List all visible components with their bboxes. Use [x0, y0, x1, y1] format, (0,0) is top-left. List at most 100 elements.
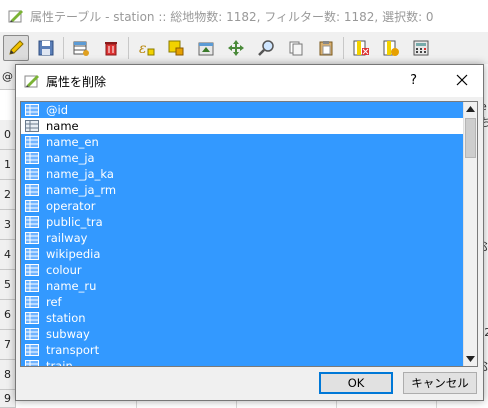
help-button[interactable]: ?	[410, 73, 417, 88]
table-edit-icon	[73, 41, 89, 56]
select-by-expression-button[interactable]: ε	[133, 35, 159, 61]
field-list-item[interactable]: ref	[21, 294, 465, 310]
field-name: ref	[46, 295, 62, 309]
field-name: operator	[46, 199, 96, 213]
field-name: subway	[46, 327, 90, 341]
delete-attribute-dialog: 属性を削除 ? @id name name_en name_ja name_ja_kan…	[15, 64, 484, 401]
qgis-icon	[24, 75, 39, 88]
field-name: name_ja_ka	[46, 167, 114, 181]
row-header[interactable]: 7	[0, 330, 16, 360]
table-field-icon	[25, 120, 39, 132]
field-list-item[interactable]: railway	[21, 230, 465, 246]
table-field-icon	[25, 184, 39, 196]
field-list-item[interactable]: name_ja_rm	[21, 182, 465, 198]
paste-button[interactable]	[313, 35, 339, 61]
table-field-icon	[25, 360, 39, 366]
dialog-titlebar: 属性を削除 ?	[16, 65, 483, 97]
row-header[interactable]: 9	[0, 390, 16, 408]
field-name: wikipedia	[46, 247, 101, 261]
field-items: @id name name_en name_ja name_ja_ka name_ja_r…	[21, 102, 465, 367]
zoom-to-selection-button[interactable]	[253, 35, 279, 61]
field-list-item[interactable]: transport	[21, 342, 465, 358]
paste-icon	[319, 41, 333, 56]
new-field-button[interactable]	[378, 35, 404, 61]
move-selection-top-button[interactable]	[193, 35, 219, 61]
zoom-icon	[258, 40, 274, 56]
field-name: name_en	[46, 135, 99, 149]
move-top-icon	[198, 42, 214, 56]
qgis-icon	[8, 10, 23, 23]
table-field-icon	[25, 232, 39, 244]
field-name: name_ja_rm	[46, 183, 117, 197]
row-header[interactable]: 1	[0, 150, 16, 180]
header-prefix: @	[2, 70, 13, 83]
delete-column-icon	[353, 40, 369, 56]
field-list-item[interactable]: name_ja_ka	[21, 166, 465, 182]
scroll-down-button[interactable]	[464, 352, 477, 366]
field-list-item[interactable]: station	[21, 310, 465, 326]
copy-button[interactable]	[283, 35, 309, 61]
table-field-icon	[25, 136, 39, 148]
row-header[interactable]: 5	[0, 270, 16, 300]
row-header[interactable]: 4	[0, 240, 16, 270]
pencil-icon	[9, 40, 24, 55]
table-field-icon	[25, 168, 39, 180]
field-name: transport	[46, 343, 100, 357]
field-list-item[interactable]: name	[21, 118, 465, 134]
multi-edit-button[interactable]	[68, 35, 94, 61]
copy-icon	[289, 41, 303, 56]
row-header[interactable]: 0	[0, 120, 16, 150]
pan-to-selection-button[interactable]	[223, 35, 249, 61]
dialog-title: 属性を削除	[46, 74, 107, 89]
field-name: railway	[46, 231, 88, 245]
select-all-button[interactable]	[163, 35, 189, 61]
row-header[interactable]: 8	[0, 360, 16, 390]
field-list-item[interactable]: colour	[21, 262, 465, 278]
field-list-item[interactable]: wikipedia	[21, 246, 465, 262]
field-list-item[interactable]: public_tra	[21, 214, 465, 230]
field-name: @id	[46, 103, 68, 117]
table-corner-header: @	[0, 64, 16, 90]
save-icon	[38, 40, 54, 56]
delete-field-button[interactable]	[348, 35, 374, 61]
filter-icon	[228, 40, 244, 56]
chevron-up-icon	[466, 106, 475, 112]
table-field-icon	[25, 280, 39, 292]
field-list-item[interactable]: name_ja	[21, 150, 465, 166]
field-list-item[interactable]: name_en	[21, 134, 465, 150]
field-list-item[interactable]: @id	[21, 102, 465, 118]
vertical-scrollbar[interactable]	[463, 102, 477, 366]
toolbar-separator	[343, 37, 344, 59]
toggle-editing-button[interactable]	[3, 35, 29, 61]
scroll-up-button[interactable]	[464, 102, 477, 116]
field-name: name_ja	[46, 151, 95, 165]
row-header[interactable]: 2	[0, 180, 16, 210]
field-name: public_tra	[46, 215, 103, 229]
field-name: colour	[46, 263, 82, 277]
table-field-icon	[25, 312, 39, 324]
field-name: name	[46, 119, 79, 133]
main-window-titlebar: 属性テーブル - station :: 総地物数: 1182, フィルター数: …	[0, 0, 488, 32]
field-list-item[interactable]: train	[21, 358, 465, 367]
save-edits-button[interactable]	[33, 35, 59, 61]
cancel-button[interactable]: キャンセル	[403, 372, 477, 394]
ok-button[interactable]: OK	[319, 372, 393, 394]
field-list-item[interactable]: operator	[21, 198, 465, 214]
field-name: station	[46, 311, 86, 325]
table-field-icon	[25, 328, 39, 340]
close-icon[interactable]	[453, 71, 471, 89]
field-list[interactable]: @id name name_en name_ja name_ja_ka name_ja_r…	[20, 101, 478, 367]
field-list-item[interactable]: subway	[21, 326, 465, 342]
field-calculator-icon	[413, 40, 429, 56]
row-header[interactable]: 6	[0, 300, 16, 330]
new-column-icon	[383, 40, 399, 56]
toolbar-separator	[63, 37, 64, 59]
field-name: train	[46, 359, 73, 367]
scrollbar-thumb[interactable]	[465, 118, 476, 158]
table-field-icon	[25, 344, 39, 356]
delete-feature-button[interactable]	[98, 35, 124, 61]
field-calculator-button[interactable]	[408, 35, 434, 61]
chevron-down-icon	[466, 356, 475, 362]
row-header[interactable]: 3	[0, 210, 16, 240]
field-list-item[interactable]: name_ru	[21, 278, 465, 294]
